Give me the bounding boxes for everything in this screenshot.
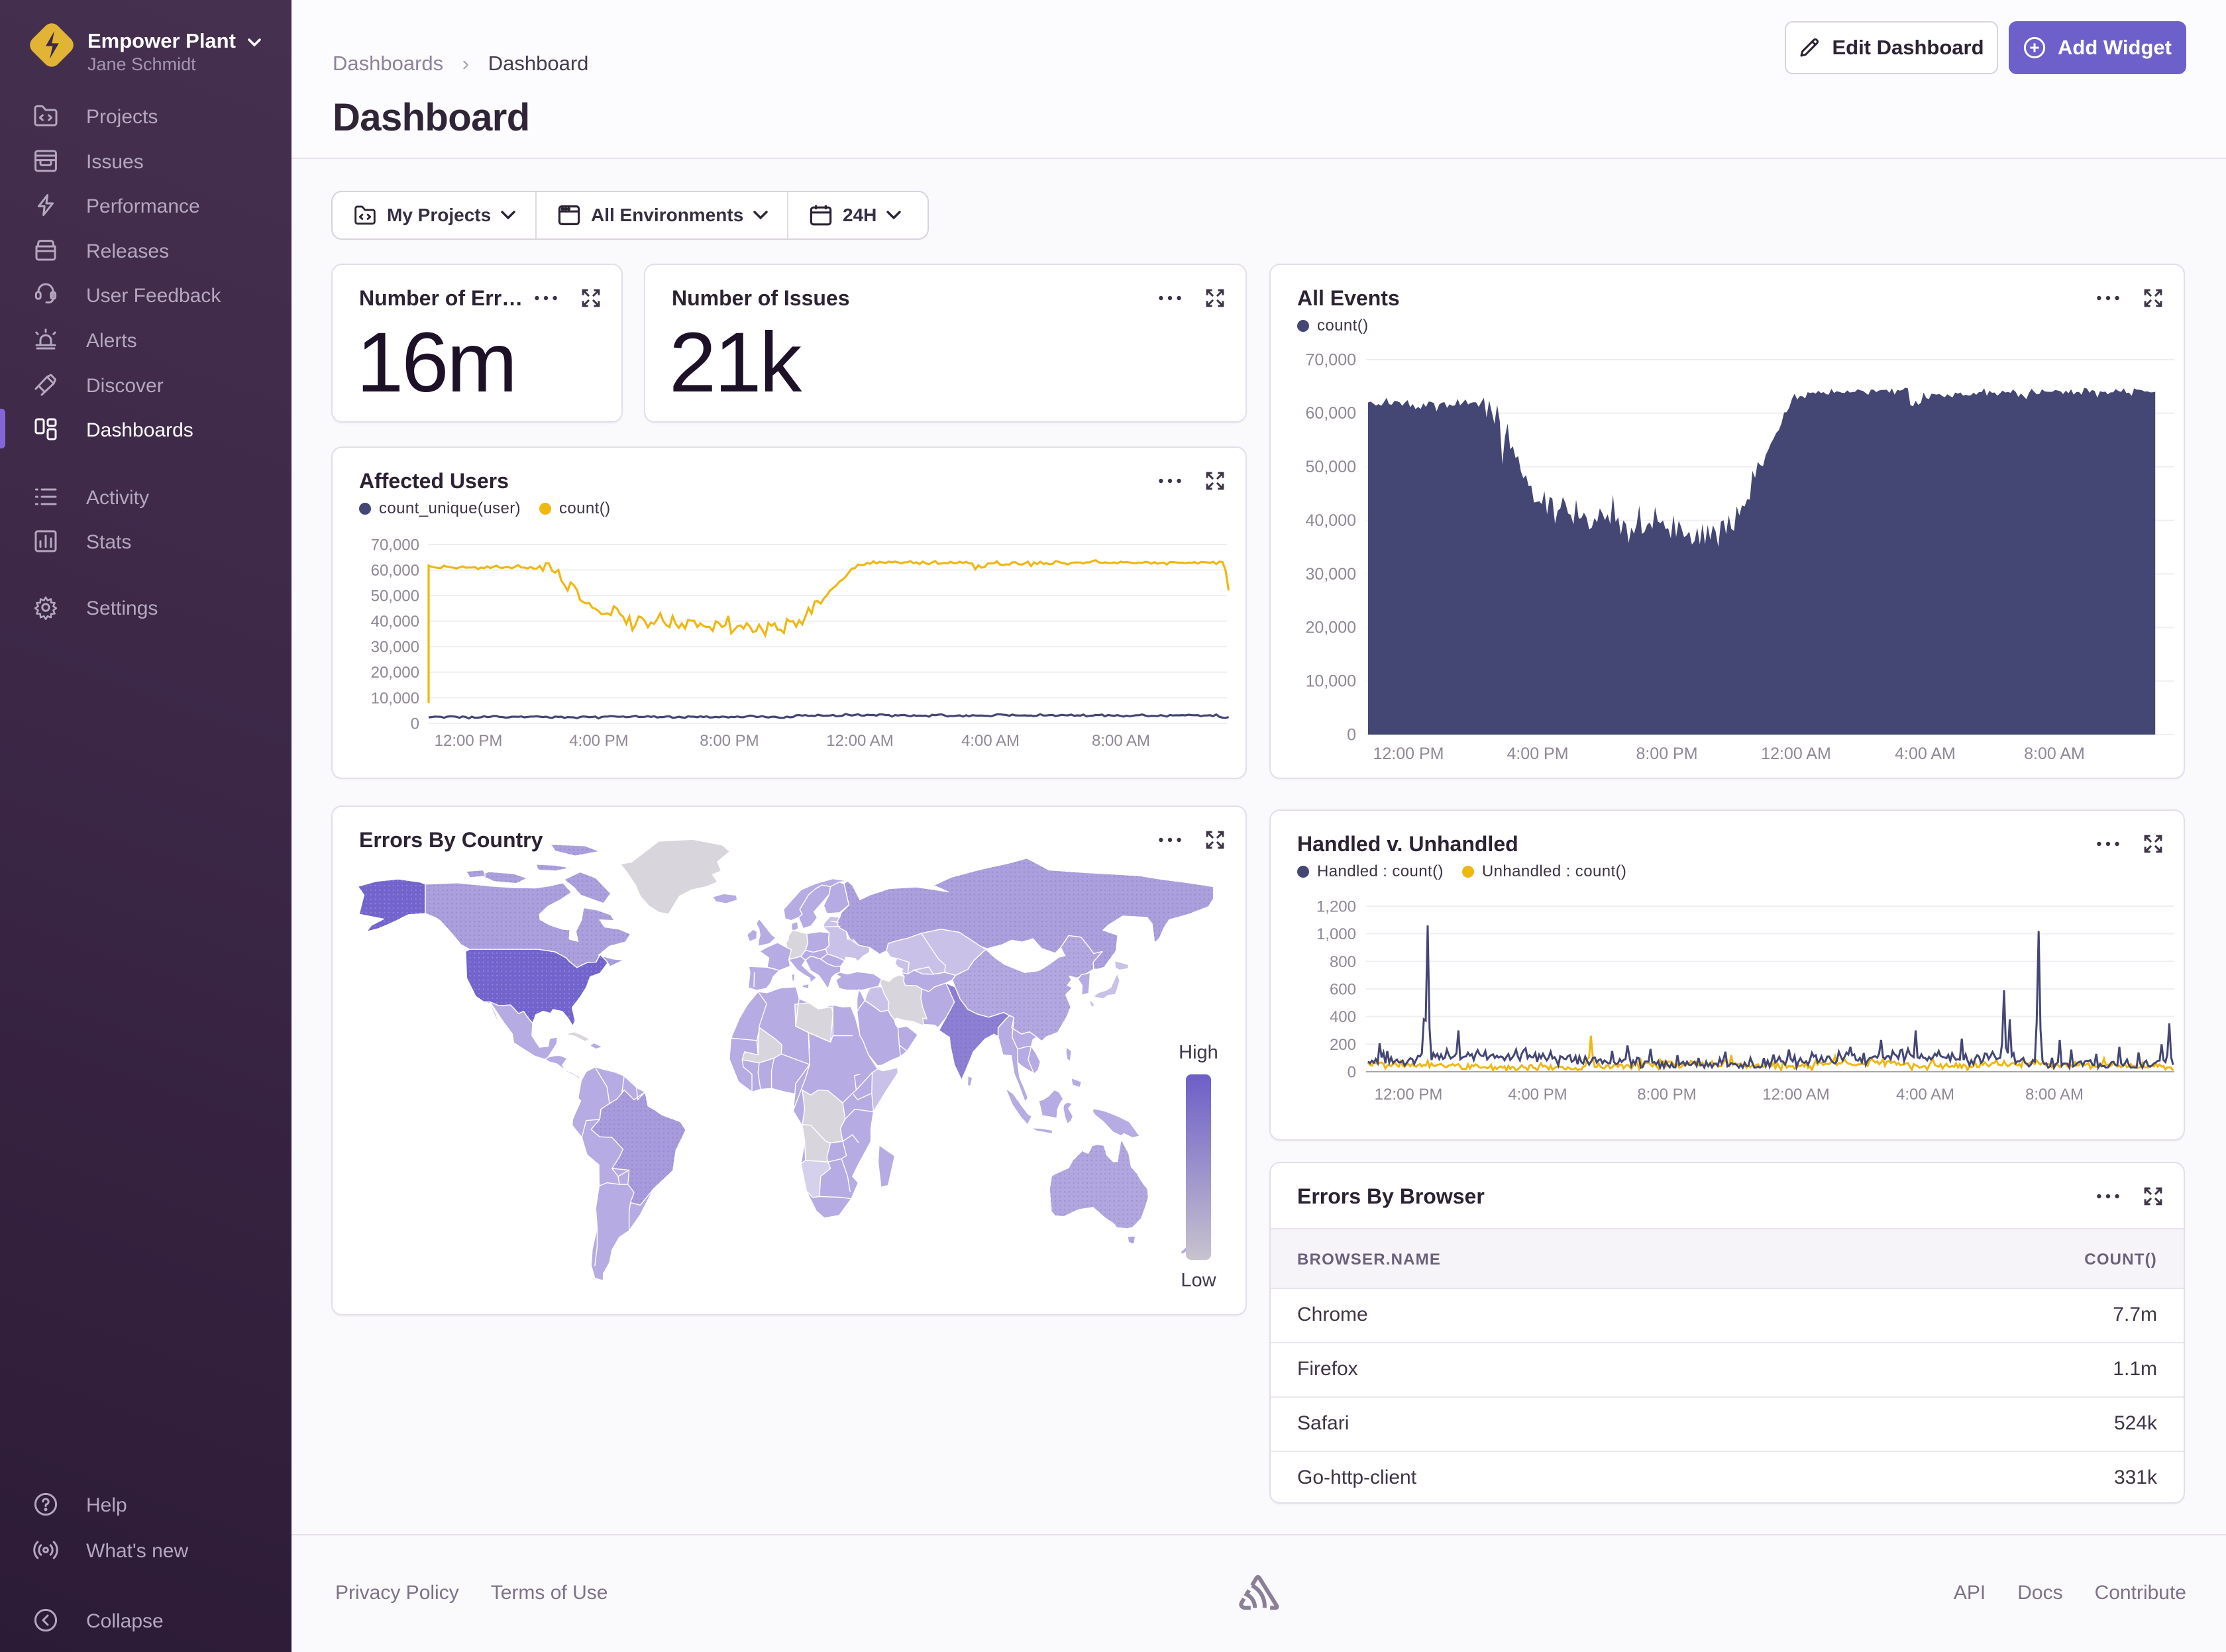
svg-text:8:00 AM: 8:00 AM bbox=[1092, 732, 1150, 750]
svg-text:50,000: 50,000 bbox=[371, 588, 419, 605]
svg-text:4:00 PM: 4:00 PM bbox=[1507, 745, 1568, 763]
svg-text:1,000: 1,000 bbox=[1316, 925, 1356, 943]
svg-text:8:00 PM: 8:00 PM bbox=[1636, 745, 1697, 763]
svg-text:8:00 PM: 8:00 PM bbox=[700, 732, 759, 750]
svg-text:12:00 PM: 12:00 PM bbox=[1373, 745, 1444, 763]
svg-text:20,000: 20,000 bbox=[1306, 619, 1356, 637]
svg-text:20,000: 20,000 bbox=[371, 664, 419, 682]
svg-text:70,000: 70,000 bbox=[1306, 350, 1356, 369]
svg-text:Low: Low bbox=[1181, 1270, 1216, 1291]
svg-text:4:00 AM: 4:00 AM bbox=[1895, 745, 1956, 763]
svg-text:60,000: 60,000 bbox=[1306, 404, 1356, 423]
svg-text:12:00 AM: 12:00 AM bbox=[826, 732, 893, 750]
svg-text:4:00 AM: 4:00 AM bbox=[1896, 1086, 1954, 1104]
svg-text:600: 600 bbox=[1330, 980, 1356, 998]
svg-text:40,000: 40,000 bbox=[1306, 511, 1356, 530]
svg-text:800: 800 bbox=[1330, 953, 1356, 971]
svg-text:10,000: 10,000 bbox=[371, 690, 419, 707]
svg-text:0: 0 bbox=[1348, 1063, 1356, 1081]
svg-text:70,000: 70,000 bbox=[371, 536, 419, 554]
svg-text:4:00 AM: 4:00 AM bbox=[961, 732, 1020, 750]
svg-text:40,000: 40,000 bbox=[371, 613, 419, 631]
svg-text:12:00 AM: 12:00 AM bbox=[1762, 1086, 1829, 1104]
svg-text:400: 400 bbox=[1330, 1008, 1356, 1026]
svg-text:8:00 AM: 8:00 AM bbox=[2025, 1086, 2084, 1104]
svg-text:High: High bbox=[1179, 1042, 1218, 1063]
svg-text:4:00 PM: 4:00 PM bbox=[569, 732, 628, 750]
svg-text:50,000: 50,000 bbox=[1306, 458, 1356, 476]
svg-text:4:00 PM: 4:00 PM bbox=[1508, 1086, 1567, 1104]
svg-text:0: 0 bbox=[411, 715, 419, 733]
svg-text:200: 200 bbox=[1330, 1036, 1356, 1054]
svg-text:60,000: 60,000 bbox=[371, 562, 419, 580]
svg-text:8:00 AM: 8:00 AM bbox=[2024, 745, 2085, 763]
svg-text:1,200: 1,200 bbox=[1316, 898, 1356, 915]
svg-text:30,000: 30,000 bbox=[1306, 565, 1356, 584]
svg-text:30,000: 30,000 bbox=[371, 639, 419, 656]
svg-text:12:00 AM: 12:00 AM bbox=[1761, 745, 1831, 763]
svg-text:8:00 PM: 8:00 PM bbox=[1637, 1086, 1696, 1104]
svg-text:12:00 PM: 12:00 PM bbox=[435, 732, 503, 750]
svg-text:12:00 PM: 12:00 PM bbox=[1375, 1086, 1443, 1104]
svg-text:10,000: 10,000 bbox=[1306, 672, 1356, 691]
svg-text:0: 0 bbox=[1347, 725, 1356, 744]
